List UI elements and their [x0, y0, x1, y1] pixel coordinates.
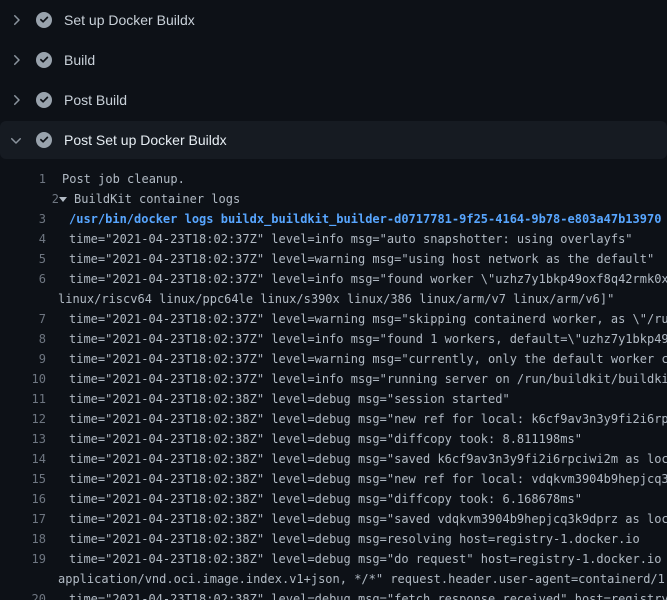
log-line: 6 time="2021-04-23T18:02:37Z" level=info…: [0, 269, 667, 289]
log-line-text[interactable]: BuildKit container logs: [74, 189, 240, 209]
log-line-number[interactable]: 16: [0, 489, 46, 509]
step-label: Set up Docker Buildx: [64, 12, 195, 28]
log-line-text: time="2021-04-23T18:02:38Z" level=debug …: [69, 509, 667, 529]
log-line: 2 BuildKit container logs: [13, 189, 667, 209]
log-line-number[interactable]: 4: [0, 229, 46, 249]
log-line-text: time="2021-04-23T18:02:38Z" level=debug …: [69, 409, 667, 429]
log-line-text: time="2021-04-23T18:02:38Z" level=debug …: [69, 449, 667, 469]
log-line: 20 time="2021-04-23T18:02:38Z" level=deb…: [0, 589, 667, 600]
log-line: 4 time="2021-04-23T18:02:37Z" level=info…: [0, 229, 667, 249]
log-line-number[interactable]: 9: [0, 349, 46, 369]
log-line-text: time="2021-04-23T18:02:38Z" level=debug …: [69, 429, 582, 449]
log-line-number[interactable]: 12: [0, 409, 46, 429]
log-line-text: linux/riscv64 linux/ppc64le linux/s390x …: [58, 289, 614, 309]
log-line-number[interactable]: 1: [0, 169, 46, 189]
log-line-text: time="2021-04-23T18:02:38Z" level=debug …: [69, 489, 582, 509]
step-label: Build: [64, 52, 95, 68]
log-line-number[interactable]: 18: [0, 529, 46, 549]
log-line-text: time="2021-04-23T18:02:37Z" level=warnin…: [69, 309, 667, 329]
log-line: 7 time="2021-04-23T18:02:37Z" level=warn…: [0, 309, 667, 329]
step-row-set-up-docker-buildx[interactable]: Set up Docker Buildx: [0, 0, 667, 40]
log-line-number[interactable]: 2: [13, 189, 59, 209]
log-line: 11 time="2021-04-23T18:02:38Z" level=deb…: [0, 389, 667, 409]
log-line: linux/riscv64 linux/ppc64le linux/s390x …: [0, 289, 667, 309]
step-row-post-build[interactable]: Post Build: [0, 80, 667, 120]
chevron-down-icon: [8, 132, 24, 148]
check-circle-icon: [36, 92, 52, 108]
log-line-text: application/vnd.oci.image.index.v1+json,…: [58, 569, 667, 589]
triangle-down-icon: [59, 197, 67, 202]
log-container: 1 Post job cleanup. 2 BuildKit container…: [0, 159, 667, 600]
log-line: 1 Post job cleanup.: [0, 169, 667, 189]
log-line-text: time="2021-04-23T18:02:38Z" level=debug …: [69, 469, 667, 489]
log-line: application/vnd.oci.image.index.v1+json,…: [0, 569, 667, 589]
log-line-text: /usr/bin/docker logs buildx_buildkit_bui…: [69, 209, 661, 229]
log-line: 3 /usr/bin/docker logs buildx_buildkit_b…: [0, 209, 667, 229]
log-line-number[interactable]: 8: [0, 329, 46, 349]
steps-list: Set up Docker Buildx Build P: [0, 0, 667, 159]
log-line-number[interactable]: 19: [0, 549, 46, 569]
log-line-number[interactable]: 5: [0, 249, 46, 269]
log-line-number[interactable]: 3: [0, 209, 46, 229]
log-line-text: time="2021-04-23T18:02:37Z" level=info m…: [69, 329, 667, 349]
log-line: 10 time="2021-04-23T18:02:37Z" level=inf…: [0, 369, 667, 389]
log-line-number[interactable]: 6: [0, 269, 46, 289]
log-line-number[interactable]: 13: [0, 429, 46, 449]
log-line-text: Post job cleanup.: [62, 169, 185, 189]
log-line-text: time="2021-04-23T18:02:38Z" level=debug …: [69, 549, 667, 569]
check-circle-icon: [36, 52, 52, 68]
log-line: 13 time="2021-04-23T18:02:38Z" level=deb…: [0, 429, 667, 449]
step-row-build[interactable]: Build: [0, 40, 667, 80]
log-line: 5 time="2021-04-23T18:02:37Z" level=warn…: [0, 249, 667, 269]
log-line-number[interactable]: 10: [0, 369, 46, 389]
log-line-text: time="2021-04-23T18:02:38Z" level=debug …: [69, 529, 640, 549]
log-line: 16 time="2021-04-23T18:02:38Z" level=deb…: [0, 489, 667, 509]
log-line: 18 time="2021-04-23T18:02:38Z" level=deb…: [0, 529, 667, 549]
chevron-right-icon: [8, 92, 24, 108]
chevron-right-icon: [8, 52, 24, 68]
workflow-log-viewer: Set up Docker Buildx Build P: [0, 0, 667, 600]
log-line-number[interactable]: 14: [0, 449, 46, 469]
log-line-number[interactable]: [0, 289, 46, 309]
log-line-text: time="2021-04-23T18:02:38Z" level=debug …: [69, 389, 510, 409]
log-line: 14 time="2021-04-23T18:02:38Z" level=deb…: [0, 449, 667, 469]
check-circle-icon: [36, 132, 52, 148]
log-line-number[interactable]: 15: [0, 469, 46, 489]
log-line: 17 time="2021-04-23T18:02:38Z" level=deb…: [0, 509, 667, 529]
log-line-text: time="2021-04-23T18:02:37Z" level=info m…: [69, 269, 667, 289]
log-line-number[interactable]: 7: [0, 309, 46, 329]
log-line: 12 time="2021-04-23T18:02:38Z" level=deb…: [0, 409, 667, 429]
log-line: 8 time="2021-04-23T18:02:37Z" level=info…: [0, 329, 667, 349]
log-line-text: time="2021-04-23T18:02:37Z" level=warnin…: [69, 349, 667, 369]
log-line-text: time="2021-04-23T18:02:38Z" level=debug …: [69, 589, 667, 600]
step-row-post-set-up-docker-buildx[interactable]: Post Set up Docker Buildx: [0, 121, 667, 159]
log-line: 19 time="2021-04-23T18:02:38Z" level=deb…: [0, 549, 667, 569]
log-line: 15 time="2021-04-23T18:02:38Z" level=deb…: [0, 469, 667, 489]
log-line-number[interactable]: 11: [0, 389, 46, 409]
log-line: 9 time="2021-04-23T18:02:37Z" level=warn…: [0, 349, 667, 369]
step-label: Post Build: [64, 92, 127, 108]
step-label: Post Set up Docker Buildx: [64, 132, 227, 148]
log-line-text: time="2021-04-23T18:02:37Z" level=info m…: [69, 229, 633, 249]
log-line-number[interactable]: 20: [0, 589, 46, 600]
log-line-text: time="2021-04-23T18:02:37Z" level=info m…: [69, 369, 667, 389]
log-line-number[interactable]: 17: [0, 509, 46, 529]
log-line-number[interactable]: [0, 569, 46, 589]
log-line-text: time="2021-04-23T18:02:37Z" level=warnin…: [69, 249, 654, 269]
chevron-right-icon: [8, 12, 24, 28]
check-circle-icon: [36, 12, 52, 28]
